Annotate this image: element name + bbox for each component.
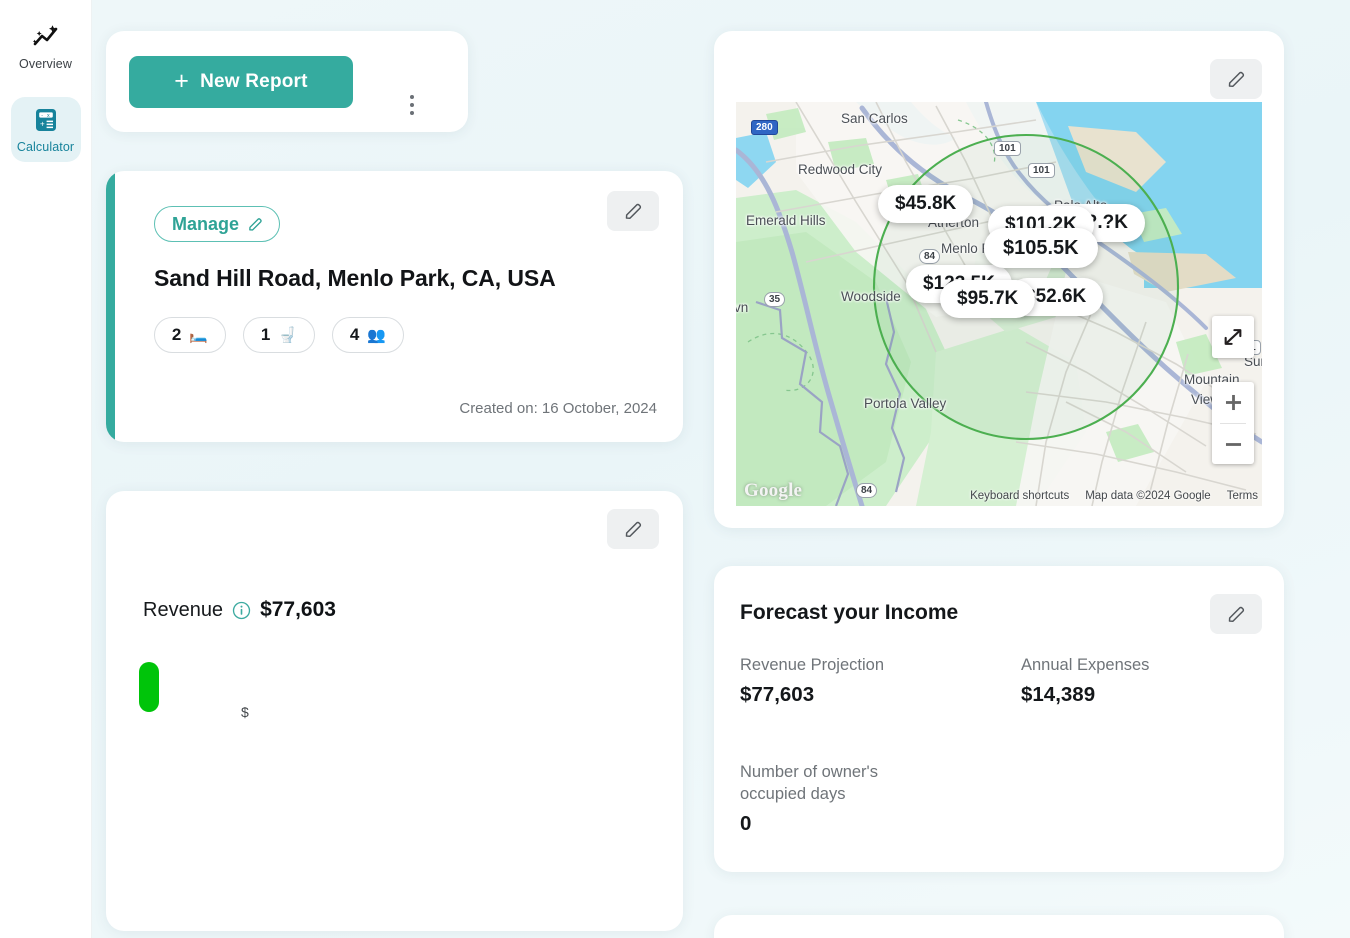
sidebar-item-calculator[interactable]: - x + Calculator: [10, 97, 81, 162]
forecast-owner-days: Number of owner's occupied days 0: [740, 761, 940, 836]
property-stats: 2 🛏️ 1 🚽 4 👥: [154, 317, 404, 353]
google-watermark: Google: [744, 480, 803, 501]
more-options-button[interactable]: [399, 91, 425, 119]
fullscreen-icon: [1224, 329, 1242, 345]
highway-shield-icon: 84: [919, 249, 941, 264]
revenue-label: Revenue: [143, 598, 224, 621]
svg-text:-: -: [41, 113, 43, 119]
map-label: Emerald Hills: [746, 213, 826, 228]
manage-button[interactable]: Manage: [154, 206, 281, 242]
forecast-annual-expenses-label: Annual Expenses: [1021, 656, 1150, 674]
info-icon[interactable]: [232, 601, 251, 620]
highway-shield-icon: 35: [764, 292, 786, 307]
page-title: Sand Hill Road, Menlo Park, CA, USA: [154, 265, 556, 291]
map-label: vn: [736, 300, 749, 315]
forecast-revenue-projection-value: $77,603: [740, 683, 815, 706]
y-axis-unit: $: [241, 704, 249, 720]
pencil-icon: [1228, 606, 1244, 622]
map-data-attribution: Map data ©2024 Google: [1085, 490, 1211, 502]
revenue-value: $77,603: [260, 598, 336, 621]
map-label: Redwood City: [798, 162, 883, 177]
manage-button-label: Manage: [172, 213, 240, 234]
map-credits: Keyboard shortcuts Map data ©2024 Google…: [970, 490, 1258, 502]
stat-bathrooms-value: 1: [260, 325, 271, 344]
price-marker[interactable]: $105.5K: [984, 228, 1098, 268]
revenue-chart-card: Revenue $77,603 $ 9.4K 7.8K 6.2K: [106, 491, 683, 931]
forecast-annual-expenses: Annual Expenses $14,389: [1021, 654, 1149, 707]
stat-guests-value: 4: [349, 325, 360, 344]
terms-link[interactable]: Terms: [1227, 490, 1258, 502]
map-label: San Carlos: [841, 111, 908, 126]
new-report-card: + New Report: [106, 31, 468, 132]
map-zoom-out-button[interactable]: [1212, 424, 1254, 465]
analytics-sparkle-icon: [31, 22, 61, 52]
forecast-revenue-projection: Revenue Projection $77,603: [740, 654, 884, 707]
edit-forecast-button[interactable]: [1210, 594, 1262, 634]
forecast-title: Forecast your Income: [740, 601, 959, 624]
price-marker[interactable]: $45.8K: [878, 185, 974, 223]
plus-icon: [1225, 394, 1241, 411]
plus-icon: +: [174, 66, 190, 95]
bed-icon: 🛏️: [189, 327, 209, 344]
next-card-partial: [714, 915, 1284, 938]
sidebar-item-overview-label: Overview: [19, 57, 72, 71]
kebab-dot: [409, 110, 415, 116]
pencil-icon: [1228, 71, 1244, 87]
pencil-icon: [625, 203, 641, 219]
map-card: San Carlos Redwood City Emerald Hills At…: [714, 31, 1284, 528]
highway-shield-icon: 280: [751, 120, 778, 135]
stat-bathrooms: 1 🚽: [243, 317, 315, 353]
keyboard-shortcuts-link[interactable]: Keyboard shortcuts: [970, 490, 1069, 502]
kebab-dot: [409, 94, 415, 100]
card-accent-rail: [106, 171, 115, 442]
edit-revenue-button[interactable]: [607, 509, 659, 549]
highway-shield-icon: 84: [856, 483, 878, 498]
minus-icon: [1225, 443, 1241, 446]
highway-shield-icon: 101: [994, 141, 1021, 156]
page-background: + New Report Manage Sand Hill Road, Menl…: [92, 0, 1350, 938]
sidebar-item-overview[interactable]: Overview: [11, 14, 81, 79]
price-marker[interactable]: $95.7K: [940, 280, 1036, 318]
created-on-text: Created on: 16 October, 2024: [459, 400, 657, 417]
kebab-dot: [409, 102, 415, 108]
property-summary-card: Manage Sand Hill Road, Menlo Park, CA, U…: [106, 171, 683, 442]
map-zoom-controls[interactable]: [1212, 382, 1254, 464]
edit-map-button[interactable]: [1210, 59, 1262, 99]
new-report-button-label: New Report: [200, 71, 308, 92]
toilet-icon: 🚽: [278, 327, 298, 344]
map-label: Woodside: [841, 289, 901, 304]
map-fullscreen-button[interactable]: [1212, 316, 1254, 358]
forecast-revenue-projection-label: Revenue Projection: [740, 656, 885, 674]
stat-bedrooms-value: 2: [171, 325, 182, 344]
guests-icon: 👥: [367, 327, 387, 344]
map-zoom-in-button[interactable]: [1212, 382, 1254, 423]
calculator-icon: - x +: [31, 105, 61, 135]
comparable-properties-map[interactable]: San Carlos Redwood City Emerald Hills At…: [736, 102, 1262, 506]
sidebar: Overview - x + Calculator: [0, 0, 92, 938]
forecast-annual-expenses-value: $14,389: [1021, 683, 1096, 706]
app-root: Overview - x + Calculator + New Report M…: [0, 0, 1350, 938]
pencil-icon: [249, 217, 262, 231]
revenue-legend-indicator: [139, 662, 159, 712]
stat-bedrooms: 2 🛏️: [154, 317, 226, 353]
sidebar-item-calculator-label: Calculator: [16, 140, 75, 154]
svg-text:+: +: [40, 120, 45, 129]
highway-shield-icon: 101: [1028, 163, 1055, 178]
forecast-owner-days-value: 0: [740, 812, 752, 835]
forecast-income-card: Forecast your Income Revenue Projection …: [714, 566, 1284, 872]
edit-property-button[interactable]: [607, 191, 659, 231]
revenue-header: Revenue $77,603: [143, 598, 336, 622]
new-report-button[interactable]: + New Report: [129, 56, 353, 108]
svg-text:x: x: [47, 113, 50, 119]
map-label: Portola Valley: [864, 396, 947, 411]
pencil-icon: [625, 521, 641, 537]
stat-guests: 4 👥: [332, 317, 404, 353]
forecast-owner-days-label: Number of owner's occupied days: [740, 763, 878, 803]
